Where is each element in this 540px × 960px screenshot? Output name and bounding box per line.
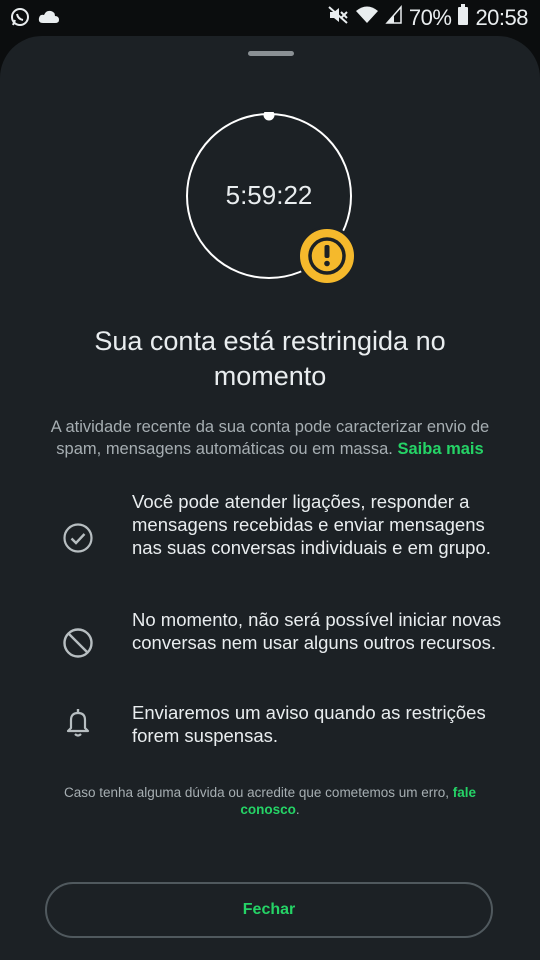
signal-icon <box>385 5 403 31</box>
cloud-icon <box>38 9 60 30</box>
mute-icon <box>327 5 349 31</box>
clock: 20:58 <box>475 5 528 30</box>
status-bar: 70% 20:58 <box>0 0 540 36</box>
whatsapp-icon <box>10 7 30 32</box>
battery-icon <box>457 4 469 32</box>
warning-icon <box>297 226 357 286</box>
timer-value: 5:59:22 <box>225 180 313 210</box>
item-text: Você pode atender ligações, responder a … <box>132 491 491 558</box>
help-footer: Caso tenha alguma dúvida ou acredite que… <box>50 784 490 818</box>
page-title: Sua conta está restringida no momento <box>94 326 446 391</box>
learn-more-link[interactable]: Saiba mais <box>397 440 483 458</box>
battery-percent: 70% <box>408 5 452 30</box>
item-text: Enviaremos um aviso quando as restrições… <box>132 702 486 746</box>
check-circle-icon <box>60 520 96 556</box>
restriction-sheet: 5:59:22 Sua conta está restringida no mo… <box>0 36 540 960</box>
block-icon <box>60 625 96 661</box>
description: A atividade recente da sua conta pode ca… <box>30 416 510 460</box>
close-button[interactable]: Fechar <box>45 882 493 938</box>
footer-suffix: . <box>295 802 300 817</box>
footer-text: Caso tenha alguma dúvida ou acredite que… <box>64 785 449 800</box>
item-text: No momento, não será possível iniciar no… <box>132 609 502 653</box>
bell-icon <box>60 704 96 740</box>
drag-handle[interactable] <box>248 51 294 56</box>
wifi-icon <box>355 5 379 31</box>
